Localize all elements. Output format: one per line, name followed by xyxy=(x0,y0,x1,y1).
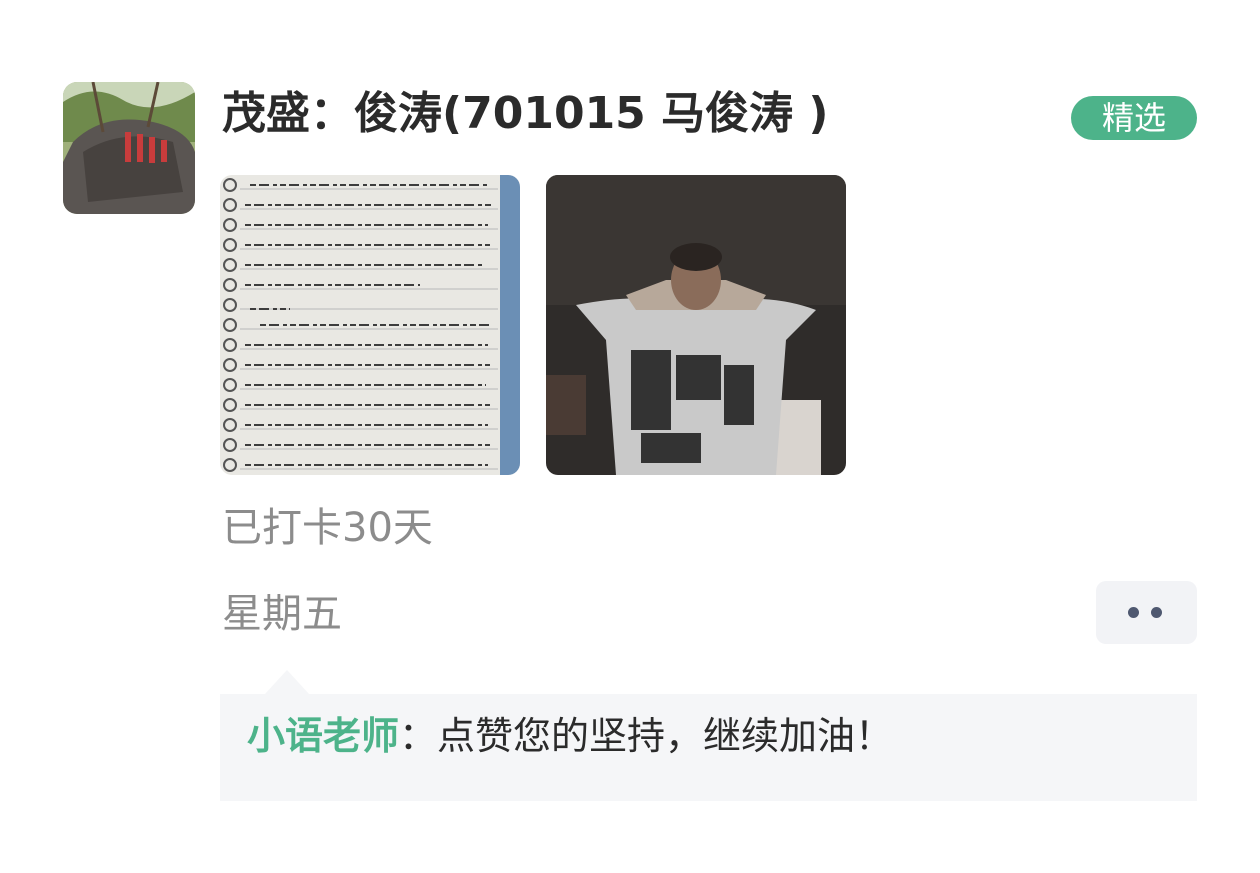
post-title: 茂盛：俊涛(701015 马俊涛 ) xyxy=(222,88,829,139)
comment-pointer xyxy=(265,670,309,694)
notebook-photo[interactable] xyxy=(220,175,520,475)
checkin-streak: 已打卡30天 xyxy=(222,505,433,551)
comment-text: 小语老师：点赞您的坚持，继续加油！ xyxy=(247,708,893,764)
comment-body: 点赞您的坚持，继续加油！ xyxy=(437,714,894,758)
avatar[interactable] xyxy=(63,82,195,214)
post-date: 星期五 xyxy=(222,591,342,637)
comment-box: 小语老师：点赞您的坚持，继续加油！ xyxy=(220,694,1197,801)
comment-author[interactable]: 小语老师 xyxy=(247,714,399,758)
more-button[interactable] xyxy=(1096,581,1197,644)
comment-separator: ： xyxy=(399,714,438,758)
exercise-photo[interactable] xyxy=(546,175,846,475)
featured-badge: 精选 xyxy=(1071,96,1197,140)
